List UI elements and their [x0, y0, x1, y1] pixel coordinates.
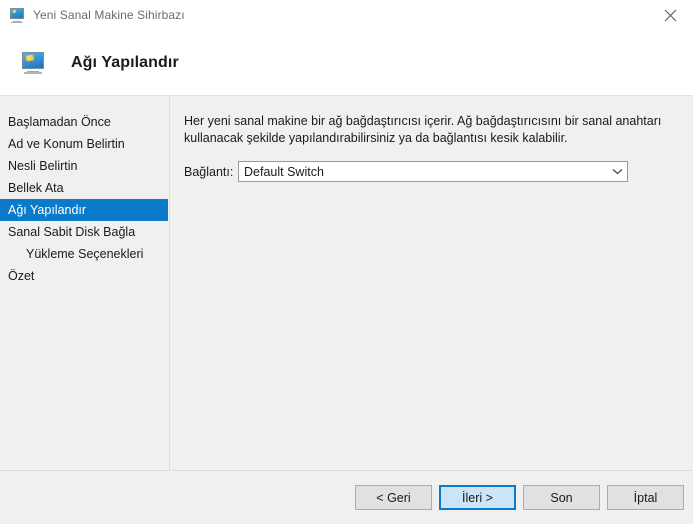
body-area: Başlamadan Önce Ad ve Konum Belirtin Nes… [0, 96, 693, 470]
sidebar-item-nesli-belirtin[interactable]: Nesli Belirtin [0, 155, 169, 177]
wizard-steps-sidebar: Başlamadan Önce Ad ve Konum Belirtin Nes… [0, 96, 170, 470]
network-monitor-icon [21, 52, 45, 74]
window-title: Yeni Sanal Makine Sihirbazı [33, 8, 185, 22]
connection-field-row: Bağlantı: Default Switch [184, 161, 679, 182]
sidebar-item-yukleme-secenekleri[interactable]: Yükleme Seçenekleri [0, 243, 169, 265]
sidebar-item-ozet[interactable]: Özet [0, 265, 169, 287]
finish-button[interactable]: Son [523, 485, 600, 510]
footer-button-bar: < Geri İleri > Son İptal [0, 470, 693, 524]
cancel-button[interactable]: İptal [607, 485, 684, 510]
page-title: Ağı Yapılandır [71, 53, 179, 71]
close-icon[interactable] [647, 0, 693, 30]
sidebar-item-sanal-sabit-disk[interactable]: Sanal Sabit Disk Bağla [0, 221, 169, 243]
page-description: Her yeni sanal makine bir ağ bağdaştırıc… [184, 114, 662, 145]
content-pane: Her yeni sanal makine bir ağ bağdaştırıc… [170, 96, 693, 470]
back-button[interactable]: < Geri [355, 485, 432, 510]
title-bar: Yeni Sanal Makine Sihirbazı [0, 0, 693, 30]
connection-dropdown[interactable]: Default Switch [238, 161, 628, 182]
sidebar-item-baslamadan-once[interactable]: Başlamadan Önce [0, 111, 169, 133]
next-button[interactable]: İleri > [439, 485, 516, 510]
wizard-window: Yeni Sanal Makine Sihirbazı Ağı Yapıland… [0, 0, 693, 524]
sidebar-item-ad-ve-konum[interactable]: Ad ve Konum Belirtin [0, 133, 169, 155]
sidebar-item-bellek-ata[interactable]: Bellek Ata [0, 177, 169, 199]
page-header: Ağı Yapılandır [0, 30, 693, 96]
virtual-machine-monitor-icon [9, 7, 25, 23]
connection-selected-value: Default Switch [244, 164, 324, 179]
chevron-down-icon[interactable] [608, 162, 627, 181]
sidebar-item-agi-yapilandir[interactable]: Ağı Yapılandır [0, 199, 168, 221]
connection-label: Bağlantı: [184, 164, 234, 179]
